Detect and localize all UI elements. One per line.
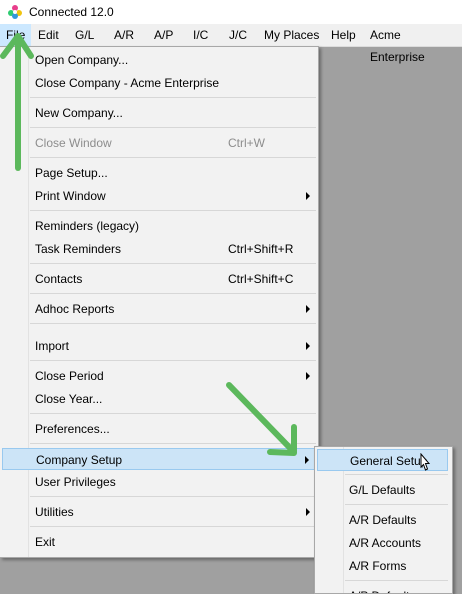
close-window-item[interactable]: Close Window Ctrl+W [2, 132, 316, 154]
menu-item-label: Preferences... [35, 422, 110, 436]
menu-separator [30, 413, 316, 414]
menu-item-label: A/R Defaults [349, 513, 417, 527]
menu-item-label: Close Year... [35, 392, 103, 406]
menu-separator [30, 360, 316, 361]
menu-gl[interactable]: G/L [69, 24, 100, 46]
submenu-arrow-icon [305, 456, 309, 464]
menu-separator [30, 526, 316, 527]
menu-item-label: Company Setup [36, 453, 123, 467]
menu-item-label: A/P Defaults [349, 585, 415, 593]
menu-item-label: General Setup [350, 454, 428, 468]
contacts-item[interactable]: Contacts Ctrl+Shift+C [2, 268, 316, 290]
submenu-arrow-icon [306, 508, 310, 516]
menu-item-shortcut: Ctrl+Shift+C [228, 272, 294, 286]
close-year-item[interactable]: Close Year... [2, 388, 316, 410]
reminders-legacy-item[interactable]: Reminders (legacy) [2, 215, 316, 237]
menu-my-places[interactable]: My Places [258, 24, 325, 46]
menu-item-label: Utilities [35, 505, 74, 519]
menu-separator [345, 504, 448, 505]
close-period-item[interactable]: Close Period [2, 365, 316, 387]
submenu-arrow-icon [306, 372, 310, 380]
file-menu: Open Company... Close Company - Acme Ent… [0, 46, 319, 558]
menu-item-label: G/L Defaults [349, 483, 416, 497]
menu-item-label: A/R Forms [349, 559, 407, 573]
menu-separator [30, 496, 316, 497]
menu-help[interactable]: Help [325, 24, 362, 46]
menu-item-label: Print Window [35, 189, 106, 203]
title-bar: Connected 12.0 [0, 0, 462, 24]
menu-item-label: A/R Accounts [349, 536, 422, 550]
menu-separator [30, 210, 316, 211]
menu-separator [30, 127, 316, 128]
open-company-item[interactable]: Open Company... [2, 49, 316, 71]
gl-defaults-item[interactable]: G/L Defaults [317, 479, 448, 501]
utilities-item[interactable]: Utilities [2, 501, 316, 523]
user-privileges-item[interactable]: User Privileges [2, 471, 316, 493]
submenu-arrow-icon [306, 342, 310, 350]
menu-separator [30, 97, 316, 98]
menu-ap[interactable]: A/P [148, 24, 179, 46]
menu-item-label: Contacts [35, 272, 83, 286]
menu-item-label: Import [35, 339, 70, 353]
submenu-arrow-icon [306, 305, 310, 313]
menu-item-label: User Privileges [35, 475, 116, 489]
page-setup-item[interactable]: Page Setup... [2, 162, 316, 184]
menu-separator [30, 263, 316, 264]
ar-accounts-item[interactable]: A/R Accounts [317, 532, 448, 554]
menu-file[interactable]: File [0, 24, 32, 46]
company-setup-submenu: General Setup G/L Defaults A/R Defaults … [314, 446, 453, 594]
menu-separator [30, 323, 316, 324]
new-company-item[interactable]: New Company... [2, 102, 316, 124]
import-item[interactable]: Import [2, 335, 316, 357]
window-title: Connected 12.0 [29, 5, 114, 19]
menu-item-label: Adhoc Reports [35, 302, 115, 316]
connected-logo-icon [8, 5, 22, 19]
close-company-item[interactable]: Close Company - Acme Enterprise [2, 72, 316, 94]
menu-company-name[interactable]: Acme Enterprise [364, 24, 462, 64]
menu-item-label: Open Company... [35, 53, 129, 67]
preferences-item[interactable]: Preferences... [2, 418, 316, 440]
menu-separator [30, 293, 316, 294]
print-window-item[interactable]: Print Window [2, 185, 316, 207]
mouse-pointer-icon [420, 453, 431, 471]
ar-defaults-item[interactable]: A/R Defaults [317, 509, 448, 531]
menu-separator [345, 474, 448, 475]
company-setup-item[interactable]: Company Setup [2, 448, 316, 470]
menu-item-label: New Company... [35, 106, 123, 120]
menu-jc[interactable]: J/C [223, 24, 253, 46]
ap-defaults-item[interactable]: A/P Defaults [317, 585, 448, 593]
menu-item-label: Close Window [35, 136, 112, 150]
exit-item[interactable]: Exit [2, 531, 316, 553]
menu-separator [345, 580, 448, 581]
menu-separator [30, 157, 316, 158]
menu-item-label: Exit [35, 535, 56, 549]
menu-separator [30, 443, 316, 444]
menu-item-shortcut: Ctrl+W [228, 136, 265, 150]
ar-forms-item[interactable]: A/R Forms [317, 555, 448, 577]
menu-item-label: Reminders (legacy) [35, 219, 140, 233]
menu-item-shortcut: Ctrl+Shift+R [228, 242, 294, 256]
adhoc-reports-item[interactable]: Adhoc Reports [2, 298, 316, 320]
submenu-arrow-icon [306, 192, 310, 200]
menu-bar: File Edit G/L A/R A/P I/C J/C My Places … [0, 24, 462, 64]
task-reminders-item[interactable]: Task Reminders Ctrl+Shift+R [2, 238, 316, 260]
menu-ar[interactable]: A/R [108, 24, 140, 46]
menu-ic[interactable]: I/C [187, 24, 214, 46]
menu-edit[interactable]: Edit [32, 24, 65, 46]
menu-item-label: Task Reminders [35, 242, 122, 256]
menu-item-label: Close Period [35, 369, 104, 383]
menu-item-label: Page Setup... [35, 166, 108, 180]
menu-item-label: Close Company - Acme Enterprise [35, 76, 220, 90]
